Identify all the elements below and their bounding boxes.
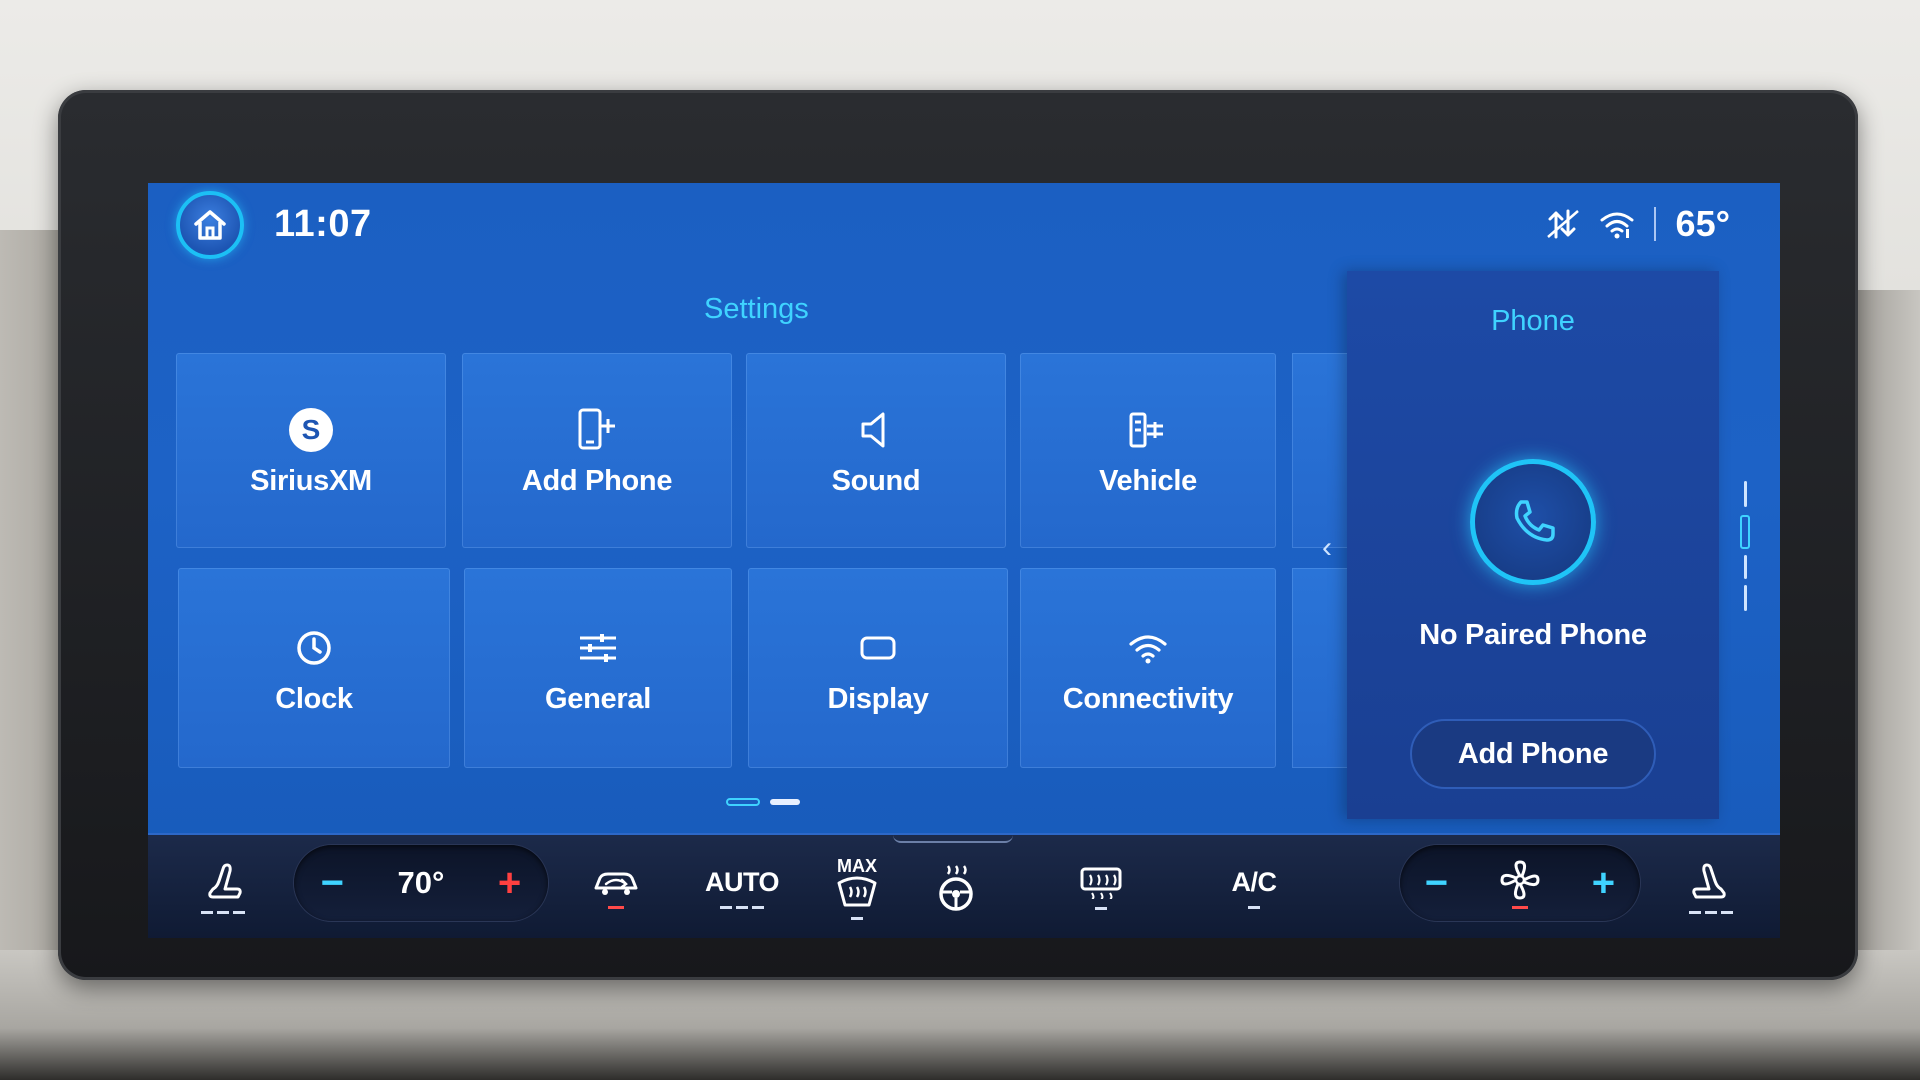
clock-time: 11:07 [274,203,372,245]
speaker-icon [861,412,885,448]
page-dot-active[interactable] [726,798,760,806]
front-defrost-icon [837,876,877,906]
page-dot[interactable] [770,799,800,805]
phone-status: No Paired Phone [1419,619,1647,651]
scroll-thumb[interactable] [1740,515,1750,549]
tile-label: Connectivity [1062,682,1234,715]
seat-icon [208,863,242,899]
driver-set-temp: 70° [397,865,445,900]
add-phone-button[interactable]: Add Phone [1410,719,1656,789]
fan-speed-control: − + [1400,845,1640,921]
phone-panel: Phone No Paired Phone Add Phone [1347,271,1719,819]
siriusxm-icon: S [289,408,333,452]
rear-defrost-button[interactable] [1064,835,1138,938]
tile-add-phone[interactable]: Add Phone [462,353,732,548]
fan-speed-increase[interactable]: + [1592,863,1615,903]
auto-climate-button[interactable]: AUTO [694,835,790,938]
settings-title: Settings [704,293,809,325]
tile-label: Clock [275,682,353,715]
chevron-left-icon[interactable]: ‹ [1322,531,1332,565]
tile-general[interactable]: General [464,568,732,768]
seat-icon [1692,863,1726,899]
sliders-icon [580,633,616,662]
passenger-seat-button[interactable] [1676,835,1746,938]
heated-steering-wheel-icon [939,864,973,911]
fan-icon [1500,859,1540,900]
phone-call-button[interactable] [1470,459,1596,585]
fan-speed-decrease[interactable]: − [1425,863,1448,903]
display-icon [860,636,896,659]
wifi-hotspot-icon [1600,212,1634,239]
add-phone-icon [578,408,615,450]
status-divider [1653,207,1656,241]
tile-sound[interactable]: Sound [746,353,1006,548]
panel-scroll-indicator[interactable] [1740,481,1750,611]
phone-panel-title: Phone [1491,305,1575,337]
home-icon [194,210,226,240]
driver-seat-button[interactable] [188,835,258,938]
status-icons: 65° [1546,203,1730,245]
max-defrost-button[interactable]: MAX [822,835,892,938]
data-transfer-icon [1546,209,1579,239]
driver-temp-decrease[interactable]: − [321,863,344,903]
tile-clock[interactable]: Clock [178,568,450,768]
max-label: MAX [837,855,877,876]
climate-bar: − 70° + AUTO MAX A/C − + [148,833,1780,938]
driver-temp-increase[interactable]: + [498,863,521,903]
phone-icon [1514,500,1555,542]
driver-temp-control: − 70° + [294,845,548,921]
recirculation-icon [594,872,638,895]
infotainment-screen: 11:07 65° Settings S SiriusXM Add Phone … [148,183,1780,938]
tile-label: General [545,682,651,715]
fan-indicator[interactable] [1498,858,1542,909]
rear-defrost-icon [1080,867,1122,899]
ac-label: A/C [1231,866,1278,897]
tile-display[interactable]: Display [748,568,1008,768]
tile-vehicle[interactable]: Vehicle [1020,353,1276,548]
tile-label: SiriusXM [250,465,372,497]
heated-steering-button[interactable] [914,835,998,938]
tile-connectivity[interactable]: Connectivity [1020,568,1276,768]
wifi-icon [1129,634,1167,663]
tile-partial-offscreen[interactable] [1292,568,1352,768]
home-button[interactable] [176,191,244,259]
page-indicator [726,798,800,806]
tile-siriusxm[interactable]: S SiriusXM [176,353,446,548]
clock-icon [297,630,331,665]
ac-button[interactable]: A/C [1216,835,1292,938]
tile-label: Vehicle [1099,465,1197,497]
outside-temperature: 65° [1675,203,1730,244]
tile-label: Display [827,682,929,715]
recirculation-button[interactable] [576,835,656,938]
vehicle-settings-icon [1129,412,1163,448]
tile-label: Add Phone [521,465,673,497]
auto-label: AUTO [704,866,780,897]
svg-text:S: S [302,414,321,445]
tile-label: Sound [831,465,921,497]
tile-partial-offscreen[interactable] [1292,353,1352,548]
